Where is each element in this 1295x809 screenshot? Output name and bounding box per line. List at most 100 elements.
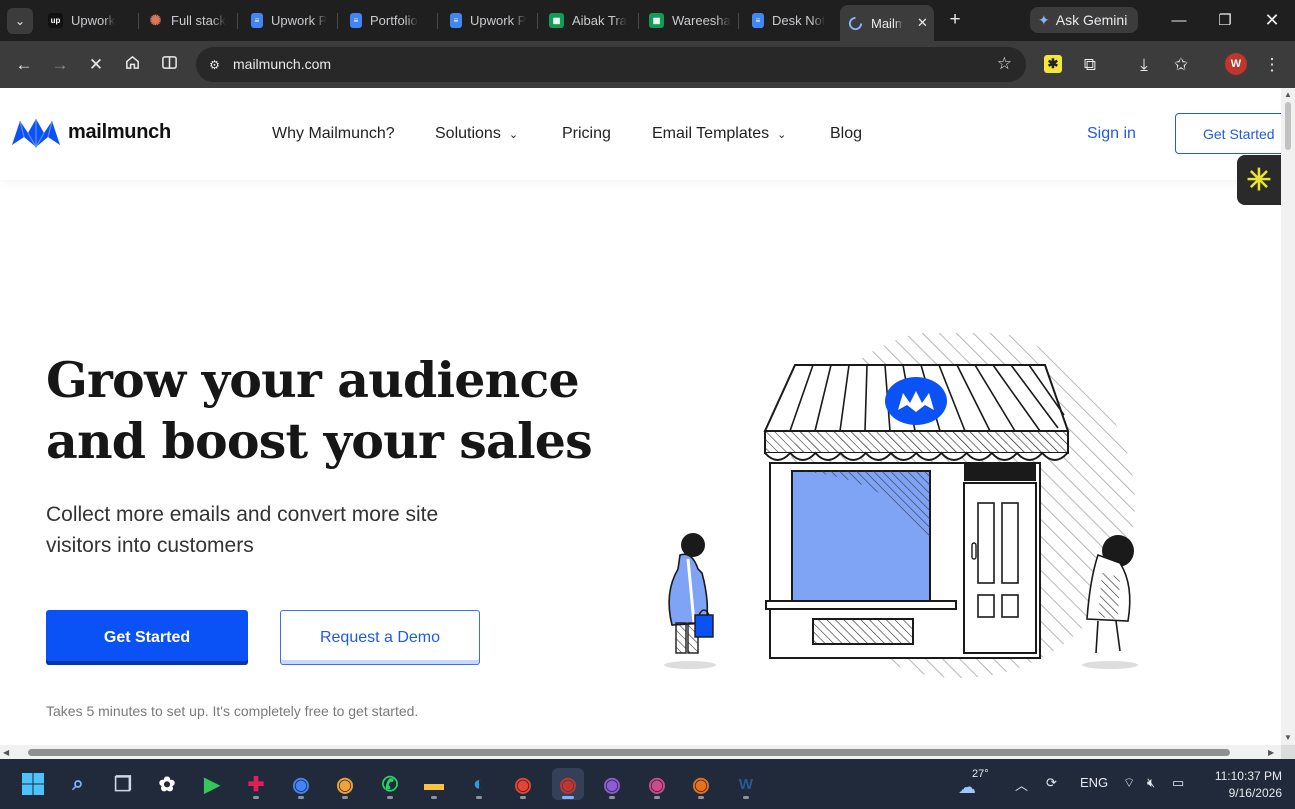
- loading-spinner-icon: [848, 16, 863, 31]
- plus-icon: +: [949, 9, 961, 30]
- extensions-button[interactable]: ⧉: [1078, 53, 1102, 77]
- start-button[interactable]: [17, 768, 49, 800]
- scroll-up-arrow-icon[interactable]: ▲: [1284, 90, 1292, 99]
- nav-pricing[interactable]: Pricing: [562, 125, 611, 143]
- scroll-right-arrow-icon[interactable]: ▶: [1268, 748, 1274, 757]
- nav-why-mailmunch[interactable]: Why Mailmunch?: [272, 125, 395, 143]
- extension-sidebar-tab[interactable]: ✳: [1237, 155, 1281, 205]
- taskbar-app[interactable]: ◉: [552, 768, 584, 800]
- taskbar-app[interactable]: ✆: [374, 768, 406, 800]
- downloads-button[interactable]: ⤓: [1132, 53, 1156, 77]
- browser-tab[interactable]: ≡ Upwork P: [243, 6, 335, 35]
- taskbar-app[interactable]: ◉: [685, 768, 717, 800]
- scroll-left-arrow-icon[interactable]: ◀: [3, 748, 9, 757]
- taskbar-app[interactable]: ◉: [507, 768, 539, 800]
- browser-tab[interactable]: up Upwork: [40, 6, 136, 35]
- restore-button[interactable]: ❐: [1210, 8, 1240, 32]
- shop-door: [963, 482, 1037, 654]
- battery-icon[interactable]: ▭: [1172, 775, 1184, 791]
- taskbar-app[interactable]: ❐: [107, 768, 139, 800]
- browser-tab-active[interactable]: Mailm ✕: [840, 5, 934, 41]
- tab-search-button[interactable]: ⌄: [7, 8, 33, 34]
- running-indicator: [698, 796, 704, 799]
- wifi-icon[interactable]: ⌔: [1123, 775, 1135, 791]
- nav-blog[interactable]: Blog: [830, 125, 862, 143]
- browser-tab[interactable]: ▦ Wareesha: [641, 6, 735, 35]
- close-window-button[interactable]: ✕: [1257, 8, 1287, 32]
- sync-icon[interactable]: ⟳: [1046, 775, 1057, 791]
- browser-tab[interactable]: ≡ Portfolio: [342, 6, 434, 35]
- browser-tab[interactable]: ≡ Upwork P: [442, 6, 534, 35]
- claude-icon: ✺: [149, 12, 162, 28]
- close-icon: ✕: [88, 55, 104, 74]
- address-bar[interactable]: ⚙ mailmunch.com ☆: [196, 47, 1026, 82]
- site-info-icon[interactable]: ⚙: [206, 56, 223, 73]
- profile-avatar[interactable]: W: [1225, 53, 1247, 75]
- taskbar-app[interactable]: ◉: [641, 768, 673, 800]
- minimize-button[interactable]: —: [1164, 8, 1194, 32]
- volume-muted-icon[interactable]: 🔇︎: [1147, 775, 1155, 791]
- browser-menu-button[interactable]: ⋮: [1260, 53, 1284, 77]
- google-sheets-icon: ▦: [649, 13, 664, 28]
- new-tab-button[interactable]: +: [944, 9, 966, 31]
- scroll-down-arrow-icon[interactable]: ▼: [1284, 733, 1292, 742]
- taskbar-app[interactable]: W: [730, 768, 762, 800]
- taskbar-app[interactable]: ▶: [196, 768, 228, 800]
- bookmark-star-icon[interactable]: ☆: [997, 54, 1012, 74]
- browser-tab[interactable]: ✺ Full stack: [140, 6, 236, 35]
- browser-tab-bar: ⌄ up Upwork ✺ Full stack ≡ Upwork P ≡ Po…: [0, 0, 1295, 41]
- chevron-up-icon[interactable]: ︿: [1015, 775, 1028, 794]
- browser-toolbar: ← → ✕ ⚙ mailmunch.com ☆ ⧉ ⤓ ✩ ⋮: [0, 41, 1295, 88]
- search-icon: ⌕: [72, 772, 84, 795]
- running-indicator: [253, 796, 259, 799]
- request-demo-button[interactable]: Request a Demo: [280, 610, 480, 665]
- taskbar-app[interactable]: ▬: [418, 768, 450, 800]
- home-button[interactable]: [120, 53, 144, 77]
- taskbar-app[interactable]: ◉: [285, 768, 317, 800]
- nav-solutions[interactable]: Solutions ⌄: [435, 125, 518, 143]
- nav-email-templates[interactable]: Email Templates ⌄: [652, 125, 786, 143]
- close-tab-icon[interactable]: ✕: [917, 15, 928, 31]
- google-docs-icon: ≡: [450, 13, 462, 28]
- mailmunch-logo[interactable]: mailmunch: [10, 115, 171, 149]
- running-indicator: [387, 796, 393, 799]
- taskbar-app[interactable]: ✚: [240, 768, 272, 800]
- vertical-scroll-thumb[interactable]: [1285, 102, 1291, 150]
- header-get-started-button[interactable]: Get Started: [1175, 113, 1281, 154]
- tab-label: Full stack: [171, 13, 226, 28]
- ask-gemini-button[interactable]: ✦ Ask Gemini: [1030, 7, 1138, 33]
- taskbar-app[interactable]: ◐: [463, 768, 495, 800]
- google-docs-icon: ≡: [752, 13, 764, 28]
- tab-label: Aibak Tra: [572, 13, 627, 28]
- system-clock[interactable]: 11:10:37 PM 9/16/2026: [1200, 768, 1282, 802]
- stop-loading-button[interactable]: ✕: [84, 53, 108, 77]
- bookmarks-button[interactable]: ✩: [1169, 53, 1193, 77]
- hero-get-started-button[interactable]: Get Started: [46, 610, 248, 665]
- url-text[interactable]: mailmunch.com: [233, 56, 331, 72]
- chrome-profile-icon: ◉: [603, 773, 621, 796]
- header-get-started-label: Get Started: [1203, 125, 1275, 142]
- vertical-scrollbar[interactable]: ▲ ▼: [1281, 88, 1295, 745]
- extension-yellow-icon[interactable]: ✱: [1044, 55, 1062, 73]
- taskbar-app[interactable]: ✿: [151, 768, 183, 800]
- back-button[interactable]: ←: [12, 53, 36, 77]
- forward-button[interactable]: →: [48, 53, 72, 77]
- hero-get-started-label: Get Started: [103, 628, 191, 646]
- taskbar-app[interactable]: ⌕: [62, 768, 94, 800]
- split-view-button[interactable]: [157, 53, 181, 77]
- media-player-icon: ▶: [204, 773, 220, 796]
- browser-tab[interactable]: ▦ Aibak Tra: [541, 6, 635, 35]
- running-indicator: [476, 796, 482, 799]
- browser-tab[interactable]: ≡ Desk Not: [744, 6, 836, 35]
- arrow-right-icon: →: [51, 55, 69, 74]
- running-indicator: [562, 796, 574, 799]
- chevron-down-icon: ⌄: [508, 129, 519, 141]
- weather-cloud-icon[interactable]: ☁: [958, 777, 976, 798]
- horizontal-scroll-thumb[interactable]: [28, 749, 1230, 756]
- sign-in-link[interactable]: Sign in: [1087, 125, 1136, 143]
- taskbar-app[interactable]: ◉: [329, 768, 361, 800]
- word-icon: W: [738, 775, 754, 793]
- horizontal-scrollbar[interactable]: ◀ ▶: [0, 745, 1281, 759]
- taskbar-app[interactable]: ◉: [596, 768, 628, 800]
- language-indicator[interactable]: ENG: [1080, 775, 1108, 790]
